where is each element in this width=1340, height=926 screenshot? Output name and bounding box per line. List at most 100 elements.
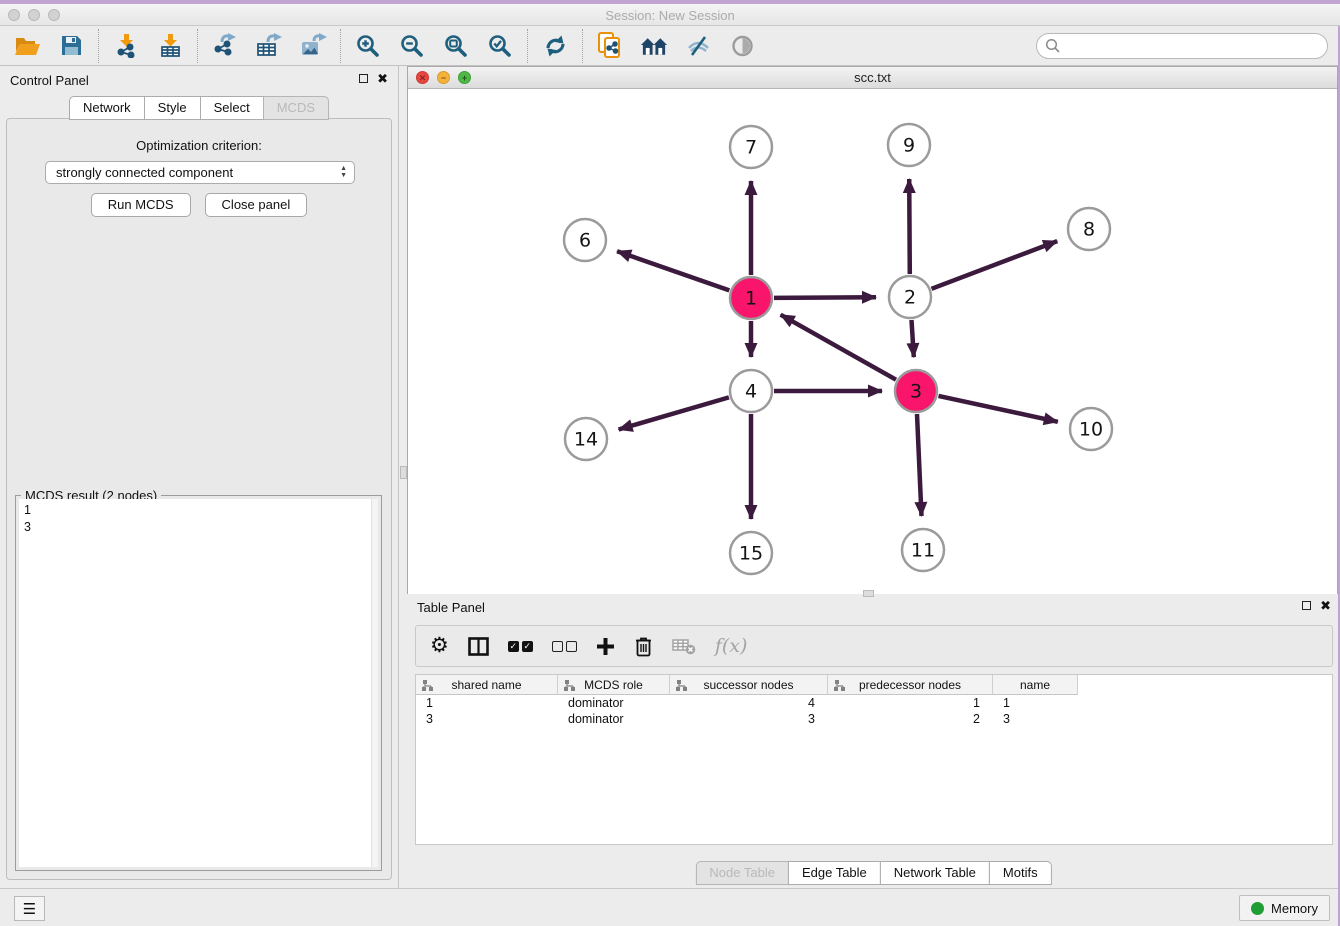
close-panel-icon[interactable]: ✖ [1320,600,1331,611]
column-header-shared-name[interactable]: shared name [416,675,558,695]
tab-motifs[interactable]: Motifs [989,861,1052,885]
float-panel-icon[interactable] [359,74,368,83]
status-bar: ☰ Memory [0,888,1338,926]
show-column-icon[interactable] [468,633,489,659]
graph-node-label-8: 8 [1083,219,1095,241]
table-panel-title: Table Panel [417,600,485,615]
table-toolbar: ⚙ ✓✓ f(x) [415,625,1333,667]
close-panel-icon[interactable]: ✖ [377,73,388,84]
import-table-icon[interactable] [156,32,184,60]
zoom-in-icon[interactable] [354,32,382,60]
function-builder-icon[interactable]: f(x) [715,633,748,659]
column-header-name[interactable]: name [993,675,1078,695]
network-canvas-svg[interactable]: 7968124314101511 [408,89,1337,594]
tab-mcds[interactable]: MCDS [263,96,329,120]
tab-node-table[interactable]: Node Table [695,861,789,885]
show-panels-button[interactable]: ☰ [14,896,45,921]
column-header-successor-nodes[interactable]: successor nodes [670,675,828,695]
graph-edge-1-6[interactable] [617,251,729,290]
eye-icon[interactable] [728,32,756,60]
graph-node-label-11: 11 [911,540,935,562]
unselect-all-icon[interactable] [552,633,577,659]
table-cell[interactable]: 1 [993,695,1078,711]
graph-edge-3-10[interactable] [939,396,1058,422]
table-cell[interactable]: dominator [558,711,670,727]
table-cell[interactable]: 3 [670,711,828,727]
graph-node-label-3: 3 [910,381,922,403]
main-toolbar [0,26,1338,66]
network-window-title: scc.txt [408,70,1337,85]
search-icon [1045,38,1061,59]
graph-edge-1-2[interactable] [774,297,876,298]
control-panel-title: Control Panel [10,73,89,88]
tab-network-table[interactable]: Network Table [880,861,990,885]
graph-edge-2-3[interactable] [912,320,914,357]
horizontal-splitter-grip[interactable] [863,590,874,597]
float-panel-icon[interactable] [1302,601,1311,610]
save-session-icon[interactable] [57,32,85,60]
tab-select[interactable]: Select [200,96,264,120]
column-header-MCDS-role[interactable]: MCDS role [558,675,670,695]
tab-style[interactable]: Style [144,96,201,120]
delete-icon[interactable] [634,633,653,659]
table-cell[interactable]: 1 [416,695,558,711]
graph-node-label-7: 7 [745,137,757,159]
hide-eye-icon[interactable] [684,32,712,60]
titlebar: Session: New Session [0,4,1340,26]
control-panel-tabs: NetworkStyleSelectMCDS [69,96,329,120]
table-row[interactable]: 1dominator411 [416,695,1332,711]
table-cell[interactable]: 4 [670,695,828,711]
graph-edge-3-11[interactable] [917,414,922,516]
select-all-icon[interactable]: ✓✓ [508,633,533,659]
table-cell[interactable]: 3 [993,711,1078,727]
graph-edge-4-14[interactable] [619,397,729,429]
vertical-splitter[interactable] [398,66,407,888]
table-row[interactable]: 3dominator323 [416,711,1332,727]
graph-node-label-14: 14 [574,429,598,451]
result-scrollbar[interactable] [371,499,378,867]
network-window-titlebar: ✕ − + scc.txt [408,67,1337,89]
criterion-value: strongly connected component [56,165,233,180]
import-network-icon[interactable] [112,32,140,60]
zoom-out-icon[interactable] [398,32,426,60]
table-panel: Table Panel ✖ ⚙ ✓✓ f(x) shared nameMCDS … [407,596,1340,888]
export-table-icon[interactable] [255,32,283,60]
mcds-result-text[interactable]: 1 3 [19,499,371,867]
table-cell[interactable]: 1 [828,695,993,711]
table-header-row: shared nameMCDS rolesuccessor nodesprede… [416,675,1332,695]
export-image-icon[interactable] [299,32,327,60]
graph-edge-3-1[interactable] [781,315,896,380]
open-session-icon[interactable] [13,32,41,60]
list-icon: ☰ [23,900,36,918]
home-icon[interactable] [640,32,668,60]
close-panel-button[interactable]: Close panel [205,193,308,217]
network-canvas[interactable]: 7968124314101511 [408,89,1337,594]
run-mcds-button[interactable]: Run MCDS [91,193,191,217]
clone-network-icon[interactable] [596,32,624,60]
search-input[interactable] [1036,33,1328,59]
graph-edge-2-9[interactable] [909,179,910,274]
graph-node-label-4: 4 [745,381,757,403]
table-cell[interactable]: dominator [558,695,670,711]
node-table[interactable]: shared nameMCDS rolesuccessor nodesprede… [415,674,1333,845]
graph-node-label-6: 6 [579,230,591,252]
tab-network[interactable]: Network [69,96,145,120]
tab-edge-table[interactable]: Edge Table [788,861,881,885]
graph-edge-2-8[interactable] [932,241,1058,289]
delete-table-icon[interactable] [672,633,696,659]
refresh-layout-icon[interactable] [541,32,569,60]
table-cell[interactable]: 2 [828,711,993,727]
zoom-fit-icon[interactable] [442,32,470,60]
export-network-icon[interactable] [211,32,239,60]
table-cell[interactable]: 3 [416,711,558,727]
column-header-predecessor-nodes[interactable]: predecessor nodes [828,675,993,695]
zoom-selected-icon[interactable] [486,32,514,60]
splitter-grip[interactable] [400,466,407,479]
memory-button[interactable]: Memory [1239,895,1330,921]
add-row-icon[interactable] [596,633,615,659]
select-stepper-icon: ▲▼ [340,165,347,179]
criterion-select[interactable]: strongly connected component ▲▼ [45,161,355,184]
attributes-gear-icon[interactable]: ⚙ [430,633,449,659]
window-title: Session: New Session [0,8,1340,23]
graph-edges[interactable] [617,179,1058,519]
